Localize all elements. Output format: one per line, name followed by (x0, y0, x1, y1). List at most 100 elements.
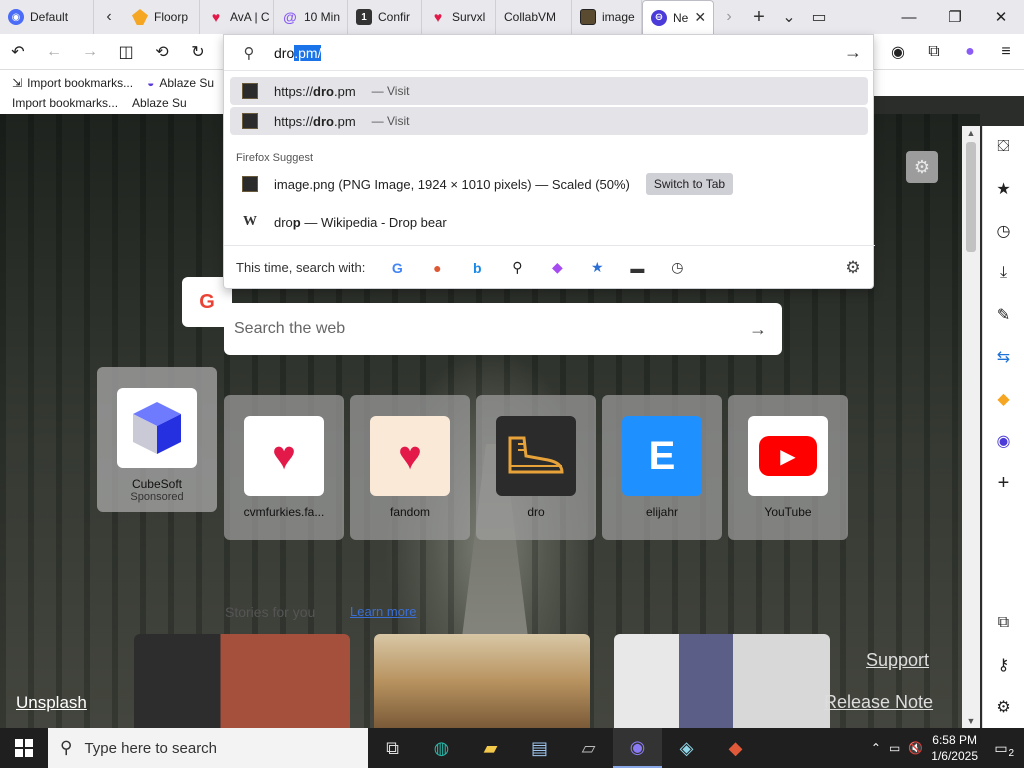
story-card-1[interactable] (134, 634, 350, 728)
network-icon[interactable]: ▭ (889, 741, 900, 755)
shortcut-tile-cvmfurkies[interactable]: ♥ cvmfurkies.fa... (224, 395, 344, 540)
unsplash-link[interactable]: Unsplash (16, 693, 87, 713)
volume-muted-icon[interactable]: 🔇 (908, 741, 923, 755)
show-hidden-icons-icon[interactable]: ⌃ (871, 741, 881, 755)
bookmark-import[interactable]: ⇲ Import bookmarks... (12, 76, 133, 90)
page-scrollbar[interactable]: ▲ ▼ (962, 126, 980, 728)
scroll-up-arrow-icon[interactable]: ▲ (962, 128, 980, 138)
notes-pen-icon[interactable]: ✎ (983, 294, 1024, 336)
url-bar[interactable]: ⚲ dro.pm/ → (224, 35, 875, 71)
page-settings-gear-icon[interactable]: ⚙ (906, 151, 938, 183)
browser-sidebar: ⛋ ★ ◷ ⤓ ✎ ⇆ ◆ ◉ + ⧉ ⚷ ⚙ (982, 126, 1024, 728)
cubesoft-icon (117, 388, 197, 468)
extensions-puzzle-icon[interactable]: ⧉ (983, 602, 1024, 644)
close-window-icon[interactable]: ✕ (978, 0, 1024, 34)
shortcut-tile-elijahr[interactable]: E elijahr (602, 395, 722, 540)
search-settings-gear-icon[interactable]: ⚙ (831, 258, 875, 278)
tab-groups-icon[interactable]: ▭ (804, 0, 834, 34)
password-key-icon[interactable]: ⚷ (983, 644, 1024, 686)
bookmarks-star-icon[interactable]: ★ (983, 168, 1024, 210)
floorp-icon[interactable]: ◆ (983, 378, 1024, 420)
scrollbar-thumb[interactable] (966, 142, 976, 252)
clock-date: 1/6/2025 (931, 749, 978, 763)
suggestion-row-1[interactable]: https://dro.pm — Visit (230, 77, 868, 105)
scroll-down-arrow-icon[interactable]: ▼ (962, 716, 980, 726)
network-app-icon[interactable]: ◈ (662, 728, 711, 768)
proton-icon[interactable]: ◉ (983, 420, 1024, 462)
git-app-icon[interactable]: ◆ (711, 728, 760, 768)
tab-scroll-left-icon[interactable]: ‹ (94, 0, 124, 34)
notifications-icon[interactable]: ▭ 2 (986, 733, 1016, 763)
new-tab-plus-icon[interactable]: + (744, 0, 774, 34)
proton-browser-icon[interactable]: ◉ (613, 728, 662, 768)
tab-scroll-right-icon[interactable]: › (714, 0, 744, 34)
sidebar-settings-gear-icon[interactable]: ⚙ (983, 686, 1024, 728)
reload-icon[interactable]: ↻ (180, 34, 216, 70)
bookmarks-engine-icon[interactable]: ★ (577, 254, 617, 282)
suggestion-row-image-tab[interactable]: image.png (PNG Image, 1924 × 1010 pixels… (230, 170, 868, 198)
tabs-engine-icon[interactable]: ▬ (617, 254, 657, 282)
switch-to-tab-button[interactable]: Switch to Tab (645, 173, 734, 195)
learn-more-link[interactable]: Learn more (350, 604, 416, 619)
suggestion-row-2[interactable]: https://dro.pm — Visit (230, 107, 868, 135)
task-view-icon[interactable]: ⧉ (368, 728, 417, 768)
suggestion-action: — Visit (371, 84, 410, 98)
tab-floorp[interactable]: Floorp (124, 0, 200, 34)
tab-ava[interactable]: ♥ AvA | C (200, 0, 274, 34)
extensions-icon[interactable]: ⧉ (916, 34, 952, 70)
suggestion-url: https://dro.pm (274, 113, 356, 129)
search-engine-icon[interactable]: ⚲ (497, 254, 537, 282)
shortcut-tile-dro[interactable]: dro (476, 395, 596, 540)
history-engine-icon[interactable]: ◷ (657, 254, 697, 282)
bookmark-ablaze[interactable]: ◒ Ablaze Su (147, 76, 214, 90)
photo-engine-icon[interactable]: ◆ (537, 254, 577, 282)
close-tab-icon[interactable]: ✕ (694, 9, 706, 26)
tab-confir[interactable]: 1 Confir (348, 0, 422, 34)
story-card-3[interactable] (614, 634, 830, 728)
taskbar-search[interactable]: ⚲ Type here to search (48, 728, 368, 768)
windows-start-icon[interactable] (0, 728, 48, 768)
google-engine-icon[interactable]: G (377, 254, 417, 282)
tab-strip: ◉ Default ‹ Floorp ♥ AvA | C @ 10 Min 1 … (0, 0, 1024, 34)
tab-default[interactable]: ◉ Default (0, 0, 94, 34)
menu-icon[interactable]: ≡ (988, 34, 1024, 70)
notepad-icon[interactable]: ▤ (515, 728, 564, 768)
list-all-tabs-icon[interactable]: ⌄ (774, 0, 804, 34)
support-link[interactable]: Support (866, 650, 929, 671)
forward-icon[interactable]: → (72, 34, 108, 70)
tab-10min[interactable]: @ 10 Min (274, 0, 348, 34)
web-search-box[interactable]: Search the web → (224, 303, 782, 355)
tab-collabvm[interactable]: CollabVM (496, 0, 572, 34)
account-icon[interactable]: ◉ (880, 34, 916, 70)
go-arrow-icon[interactable]: → (831, 42, 875, 63)
shortcut-tile-fandom[interactable]: ♥ fandom (350, 395, 470, 540)
back-icon[interactable]: ← (36, 34, 72, 70)
story-card-2[interactable] (374, 634, 590, 728)
sidebar-toggle-icon[interactable]: ◫ (108, 34, 144, 70)
toolbox-icon[interactable]: ⛋ (983, 126, 1024, 168)
edge-browser-icon[interactable]: ◍ (417, 728, 466, 768)
release-note-link[interactable]: Release Note (824, 692, 933, 713)
shortcut-tile-cubesoft[interactable]: CubeSoft Sponsored (97, 367, 217, 512)
bing-engine-icon[interactable]: b (457, 254, 497, 282)
downloads-icon[interactable]: ⤓ (983, 252, 1024, 294)
tab-image[interactable]: image (572, 0, 642, 34)
usb-drive-icon[interactable]: ▱ (564, 728, 613, 768)
tab-new-tab[interactable]: ⊖ Ne ✕ (642, 0, 714, 34)
duckduckgo-engine-icon[interactable]: ● (417, 254, 457, 282)
tab-survxl[interactable]: ♥ Survxl (422, 0, 496, 34)
profile-icon[interactable]: ● (952, 34, 988, 70)
taskbar-clock[interactable]: 6:58 PM 1/6/2025 (931, 732, 978, 764)
file-explorer-icon[interactable]: ▰ (466, 728, 515, 768)
shortcut-tile-youtube[interactable]: ▶ YouTube (728, 395, 848, 540)
minimize-icon[interactable]: — (886, 0, 932, 34)
translate-icon[interactable]: ⇆ (983, 336, 1024, 378)
history-clock-icon[interactable]: ◷ (983, 210, 1024, 252)
suggestion-row-wikipedia[interactable]: W drop — Wikipedia - Drop bear (230, 208, 868, 236)
url-input[interactable]: dro.pm/ (274, 44, 322, 61)
undo-close-tab-icon[interactable]: ↶ (0, 34, 36, 70)
restore-icon[interactable]: ❐ (932, 0, 978, 34)
add-panel-plus-icon[interactable]: + (983, 462, 1024, 504)
search-submit-arrow-icon[interactable]: → (734, 319, 782, 340)
sync-icon[interactable]: ⟲ (144, 34, 180, 70)
